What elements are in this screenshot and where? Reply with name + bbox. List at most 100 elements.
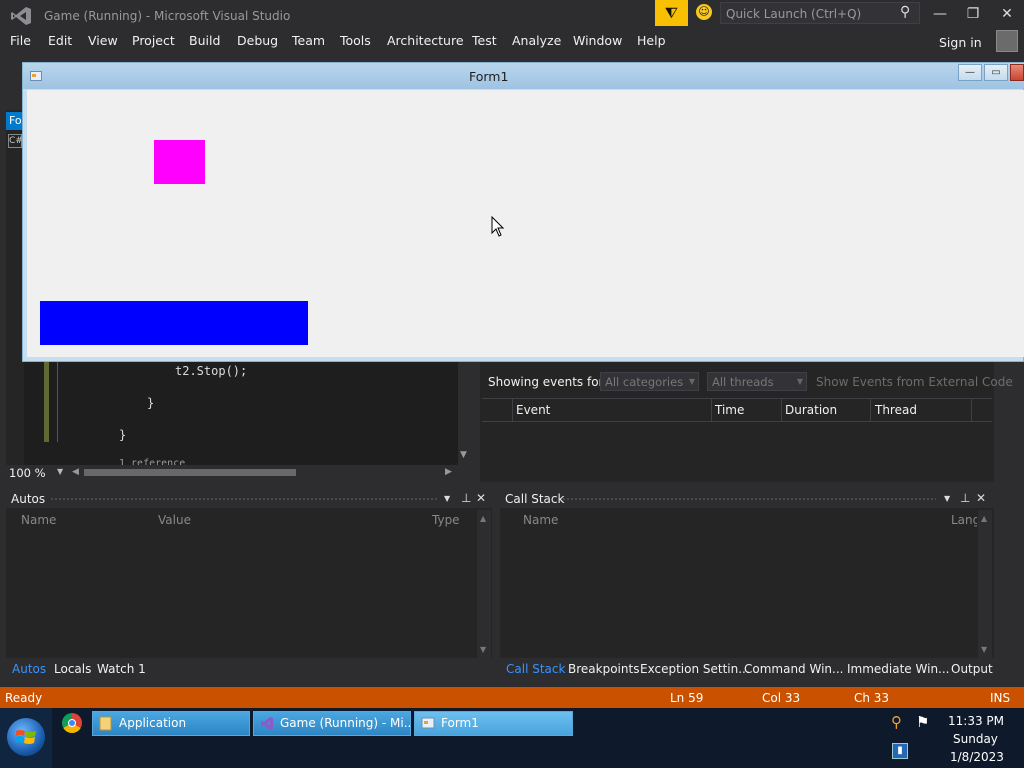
threads-value: All threads [712,375,774,389]
column-type[interactable]: Type [432,513,460,527]
show-external-code-toggle[interactable]: Show Events from External Code [816,375,1013,389]
menu-analyze[interactable]: Analyze [512,33,561,48]
tab-breakpoints[interactable]: Breakpoints [568,662,639,676]
blue-player-paddle [40,301,308,345]
close-icon[interactable]: ✕ [476,491,486,505]
pin-icon[interactable]: ⊥ [960,491,970,505]
column-name[interactable]: Name [21,513,56,527]
menu-window[interactable]: Window [573,33,622,48]
restore-button[interactable]: ❐ [959,4,987,24]
tab-locals[interactable]: Locals [54,662,91,676]
quick-launch-input[interactable]: Quick Launch (Ctrl+Q) [720,2,920,24]
scroll-down-icon[interactable]: ▼ [460,450,467,460]
menu-help[interactable]: Help [637,33,666,48]
tab-watch-1[interactable]: Watch 1 [97,662,146,676]
chrome-icon-center [68,719,76,727]
taskbar-application[interactable]: Application [92,711,250,736]
status-line[interactable]: Ln 59 [670,691,703,705]
drag-grip[interactable] [50,497,438,502]
menu-team[interactable]: Team [292,33,325,48]
column-event[interactable]: Event [516,403,550,417]
tab-call-stack[interactable]: Call Stack [506,662,565,676]
taskbar-form1-label: Form1 [441,716,479,730]
tab-exception-settings[interactable]: Exception Settin... [640,662,750,676]
code-line[interactable]: t2.Stop(); [175,364,247,378]
column-name[interactable]: Name [523,513,558,527]
categories-dropdown[interactable]: All categories ▼ [600,372,699,391]
visual-studio-logo-icon [11,7,31,25]
showing-events-label: Showing events for: [488,375,608,389]
mouse-pointer-icon [491,216,504,237]
menu-tools[interactable]: Tools [340,33,371,48]
autos-grid[interactable] [6,508,492,658]
tray-search-icon[interactable]: ⚲ [891,713,902,731]
vertical-scrollbar[interactable] [978,510,992,658]
menu-architecture[interactable]: Architecture [387,33,464,48]
scroll-down-icon[interactable]: ▼ [480,645,486,654]
notification-flag-icon[interactable]: ⧨ [655,0,688,26]
clock-time[interactable]: 11:33 PM [948,714,1004,728]
account-icon[interactable] [996,30,1018,52]
threads-dropdown[interactable]: All threads ▼ [707,372,807,391]
clock-day[interactable]: Sunday [953,732,998,746]
status-column[interactable]: Col 33 [762,691,800,705]
code-lens-references[interactable]: 1 reference [119,458,185,465]
scroll-right-icon[interactable]: ▶ [445,467,452,477]
scroll-up-icon[interactable]: ▲ [981,514,987,523]
column-value[interactable]: Value [158,513,191,527]
form1-maximize-button[interactable]: ▭ [984,64,1008,81]
column-duration[interactable]: Duration [785,403,837,417]
search-icon[interactable]: ⚲ [900,4,910,20]
vertical-scrollbar[interactable] [477,510,491,658]
pin-icon[interactable]: ⊥ [461,491,471,505]
chevron-down-icon[interactable]: ▼ [444,494,450,503]
taskbar-application-label: Application [119,716,187,730]
sign-in-link[interactable]: Sign in [939,35,982,50]
horizontal-scrollbar-thumb[interactable] [84,469,296,476]
status-ready: Ready [5,691,43,705]
form-window-icon [421,717,435,729]
callstack-title: Call Stack [505,492,565,506]
tab-output[interactable]: Output [951,662,993,676]
code-editor[interactable] [24,360,472,465]
status-insert-mode[interactable]: INS [990,691,1010,705]
feedback-smiley-icon[interactable]: ☺ [696,4,712,20]
taskbar-form1[interactable]: Form1 [414,711,573,736]
drag-grip[interactable] [562,497,936,502]
chevron-down-icon[interactable]: ▼ [57,467,63,476]
scroll-up-icon[interactable]: ▲ [480,514,486,523]
menu-file[interactable]: File [10,33,31,48]
chevron-down-icon[interactable]: ▼ [944,494,950,503]
scroll-down-icon[interactable]: ▼ [981,645,987,654]
minimize-button[interactable]: — [926,4,954,24]
form1-title-bar[interactable] [23,63,1024,89]
action-center-flag-icon[interactable]: ⚑ [916,713,929,731]
code-line[interactable]: } [147,396,154,410]
tab-autos[interactable]: Autos [12,662,46,676]
column-language[interactable]: Lang [951,513,977,527]
column-time[interactable]: Time [715,403,744,417]
column-divider [512,399,513,421]
close-button[interactable]: ✕ [993,4,1021,24]
form1-minimize-button[interactable]: — [958,64,982,81]
code-line[interactable]: } [119,428,126,442]
menu-build[interactable]: Build [189,33,220,48]
form1-close-button[interactable] [1010,64,1024,81]
callstack-grid[interactable] [500,508,994,658]
close-icon[interactable]: ✕ [976,491,986,505]
tab-command-window[interactable]: Command Win... [744,662,843,676]
tab-immediate-window[interactable]: Immediate Win... [847,662,950,676]
menu-test[interactable]: Test [472,33,497,48]
zoom-level[interactable]: 100 % [9,466,46,480]
scroll-left-icon[interactable]: ◀ [72,467,79,477]
menu-project[interactable]: Project [132,33,175,48]
status-character[interactable]: Ch 33 [854,691,889,705]
chevron-down-icon: ▼ [688,377,695,386]
taskbar-visual-studio[interactable]: Game (Running) - Mi... [253,711,411,736]
menu-view[interactable]: View [88,33,118,48]
column-thread[interactable]: Thread [875,403,917,417]
menu-debug[interactable]: Debug [237,33,278,48]
clock-date[interactable]: 1/8/2023 [950,750,1004,764]
network-icon[interactable]: ▮ [892,743,908,759]
menu-edit[interactable]: Edit [48,33,72,48]
